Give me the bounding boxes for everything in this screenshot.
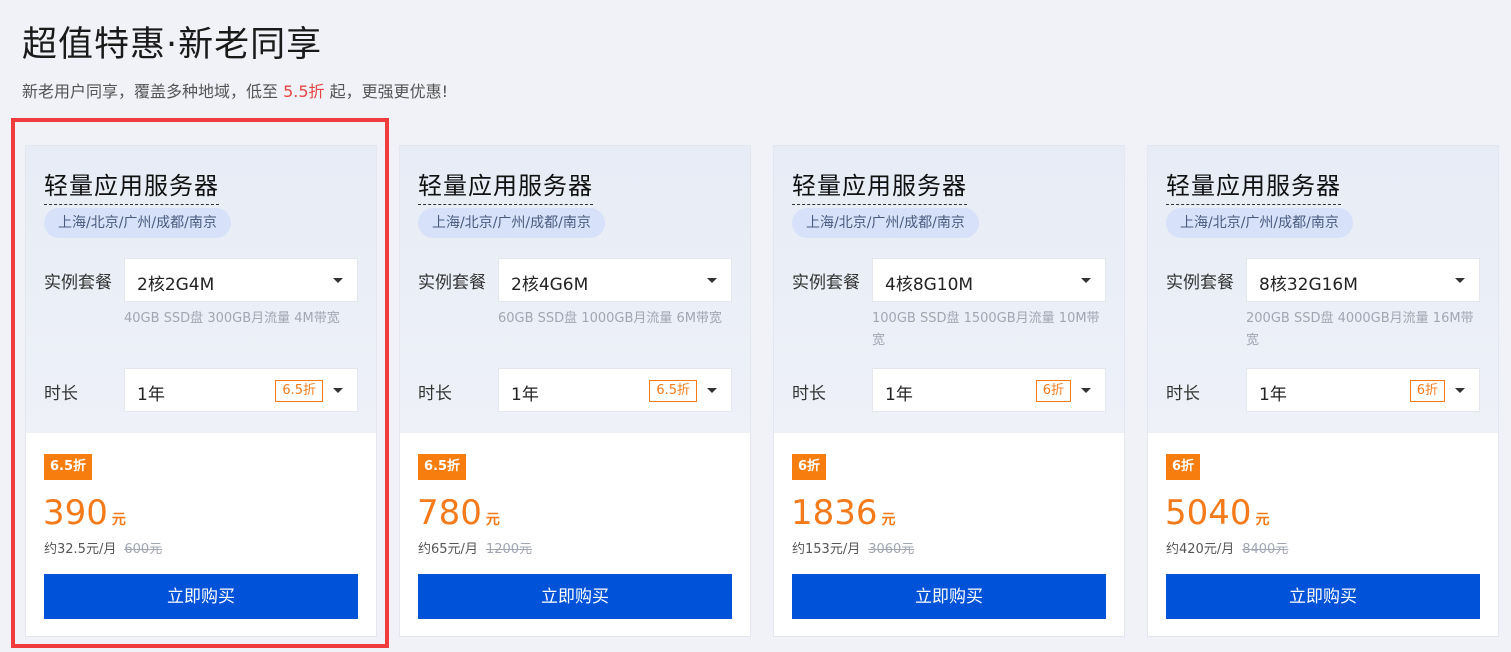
duration-label: 时长 bbox=[44, 384, 78, 404]
duration-label: 时长 bbox=[1166, 384, 1200, 404]
duration-value: 1年 bbox=[137, 385, 165, 405]
monthly-price-line: 约420元/月 8400元 bbox=[1166, 538, 1288, 557]
duration-value: 1年 bbox=[511, 385, 539, 405]
price: 5040 元 bbox=[1165, 493, 1270, 533]
original-price: 600元 bbox=[124, 542, 163, 557]
package-label: 实例套餐 bbox=[1166, 273, 1234, 293]
chevron-down-icon bbox=[1455, 278, 1465, 283]
card-title: 轻量应用服务器 bbox=[1166, 166, 1341, 205]
product-card: 轻量应用服务器 上海/北京/广州/成都/南京 实例套餐 4核8G10M 100G… bbox=[773, 145, 1125, 637]
discount-badge: 6折 bbox=[792, 454, 827, 480]
card-config-area: 轻量应用服务器 上海/北京/广州/成都/南京 实例套餐 4核8G10M 100G… bbox=[774, 146, 1124, 433]
package-select[interactable]: 8核32G16M bbox=[1246, 258, 1480, 302]
duration-value: 1年 bbox=[885, 385, 913, 405]
duration-discount-badge: 6.5折 bbox=[649, 380, 697, 402]
card-title: 轻量应用服务器 bbox=[792, 166, 967, 205]
region-tag: 上海/北京/广州/成都/南京 bbox=[44, 208, 231, 238]
package-select[interactable]: 2核2G4M bbox=[124, 258, 358, 302]
price-unit: 元 bbox=[1255, 512, 1270, 528]
chevron-down-icon bbox=[707, 278, 717, 283]
subtitle-discount: 5.5折 bbox=[283, 82, 325, 101]
package-value: 4核8G10M bbox=[885, 275, 974, 295]
page-title: 超值特惠·新老同享 bbox=[22, 25, 323, 65]
buy-now-button[interactable]: 立即购买 bbox=[1166, 574, 1480, 619]
region-tag: 上海/北京/广州/成都/南京 bbox=[1166, 208, 1353, 238]
package-value: 2核2G4M bbox=[137, 275, 215, 295]
price: 390 元 bbox=[43, 493, 126, 533]
buy-now-button[interactable]: 立即购买 bbox=[792, 574, 1106, 619]
monthly-price: 约65元/月 bbox=[418, 542, 478, 557]
chevron-down-icon bbox=[1081, 388, 1091, 393]
price-unit: 元 bbox=[485, 512, 500, 528]
spec-description: 40GB SSD盘 300GB月流量 4M带宽 bbox=[124, 311, 340, 326]
monthly-price-line: 约153元/月 3060元 bbox=[792, 538, 914, 557]
package-value: 2核4G6M bbox=[511, 275, 589, 295]
page-subtitle: 新老用户同享，覆盖多种地域，低至 5.5折 起，更强更优惠! bbox=[22, 78, 448, 102]
duration-select[interactable]: 1年 6折 bbox=[1246, 368, 1480, 412]
duration-discount-badge: 6.5折 bbox=[275, 380, 323, 402]
subtitle-suffix: 起，更强更优惠! bbox=[324, 82, 449, 101]
package-label: 实例套餐 bbox=[418, 273, 486, 293]
buy-now-button[interactable]: 立即购买 bbox=[418, 574, 732, 619]
price-value: 5040 bbox=[1165, 493, 1252, 533]
monthly-price: 约32.5元/月 bbox=[44, 542, 117, 557]
package-label: 实例套餐 bbox=[44, 273, 112, 293]
monthly-price-line: 约65元/月 1200元 bbox=[418, 538, 532, 557]
price-unit: 元 bbox=[881, 512, 896, 528]
chevron-down-icon bbox=[707, 388, 717, 393]
package-label: 实例套餐 bbox=[792, 273, 860, 293]
monthly-price-line: 约32.5元/月 600元 bbox=[44, 538, 162, 557]
package-select[interactable]: 4核8G10M bbox=[872, 258, 1106, 302]
original-price: 3060元 bbox=[868, 542, 915, 557]
price: 1836 元 bbox=[791, 493, 896, 533]
region-tag: 上海/北京/广州/成都/南京 bbox=[792, 208, 979, 238]
chevron-down-icon bbox=[1455, 388, 1465, 393]
product-card: 轻量应用服务器 上海/北京/广州/成都/南京 实例套餐 8核32G16M 200… bbox=[1147, 145, 1499, 637]
product-card: 轻量应用服务器 上海/北京/广州/成都/南京 实例套餐 2核4G6M 60GB … bbox=[399, 145, 751, 637]
chevron-down-icon bbox=[333, 278, 343, 283]
duration-discount-badge: 6折 bbox=[1409, 380, 1445, 402]
buy-now-button[interactable]: 立即购买 bbox=[44, 574, 358, 619]
package-value: 8核32G16M bbox=[1259, 275, 1358, 295]
card-config-area: 轻量应用服务器 上海/北京/广州/成都/南京 实例套餐 2核4G6M 60GB … bbox=[400, 146, 750, 433]
chevron-down-icon bbox=[333, 388, 343, 393]
original-price: 8400元 bbox=[1242, 542, 1289, 557]
discount-badge: 6折 bbox=[1166, 454, 1201, 480]
price-value: 1836 bbox=[791, 493, 878, 533]
spec-description: 100GB SSD盘 1500GB月流量 10M带宽 bbox=[872, 311, 1100, 348]
spec-description: 60GB SSD盘 1000GB月流量 6M带宽 bbox=[498, 311, 723, 326]
card-title: 轻量应用服务器 bbox=[418, 166, 593, 205]
spec-description: 200GB SSD盘 4000GB月流量 16M带宽 bbox=[1246, 311, 1474, 348]
discount-badge: 6.5折 bbox=[44, 454, 93, 480]
duration-label: 时长 bbox=[792, 384, 826, 404]
subtitle-prefix: 新老用户同享，覆盖多种地域，低至 bbox=[22, 82, 284, 101]
region-tag: 上海/北京/广州/成都/南京 bbox=[418, 208, 605, 238]
card-title: 轻量应用服务器 bbox=[44, 166, 219, 205]
price: 780 元 bbox=[417, 493, 500, 533]
monthly-price: 约420元/月 bbox=[1166, 542, 1235, 557]
duration-select[interactable]: 1年 6.5折 bbox=[498, 368, 732, 412]
price-value: 780 bbox=[417, 493, 482, 533]
duration-label: 时长 bbox=[418, 384, 452, 404]
duration-discount-badge: 6折 bbox=[1035, 380, 1071, 402]
product-card: 轻量应用服务器 上海/北京/广州/成都/南京 实例套餐 2核2G4M 40GB … bbox=[25, 145, 377, 637]
price-value: 390 bbox=[43, 493, 108, 533]
package-select[interactable]: 2核4G6M bbox=[498, 258, 732, 302]
card-config-area: 轻量应用服务器 上海/北京/广州/成都/南京 实例套餐 8核32G16M 200… bbox=[1148, 146, 1498, 433]
original-price: 1200元 bbox=[485, 542, 533, 557]
chevron-down-icon bbox=[1081, 278, 1091, 283]
price-unit: 元 bbox=[111, 512, 126, 528]
card-config-area: 轻量应用服务器 上海/北京/广州/成都/南京 实例套餐 2核2G4M 40GB … bbox=[26, 146, 376, 433]
discount-badge: 6.5折 bbox=[418, 454, 467, 480]
duration-select[interactable]: 1年 6折 bbox=[872, 368, 1106, 412]
duration-value: 1年 bbox=[1259, 385, 1287, 405]
duration-select[interactable]: 1年 6.5折 bbox=[124, 368, 358, 412]
monthly-price: 约153元/月 bbox=[792, 542, 861, 557]
